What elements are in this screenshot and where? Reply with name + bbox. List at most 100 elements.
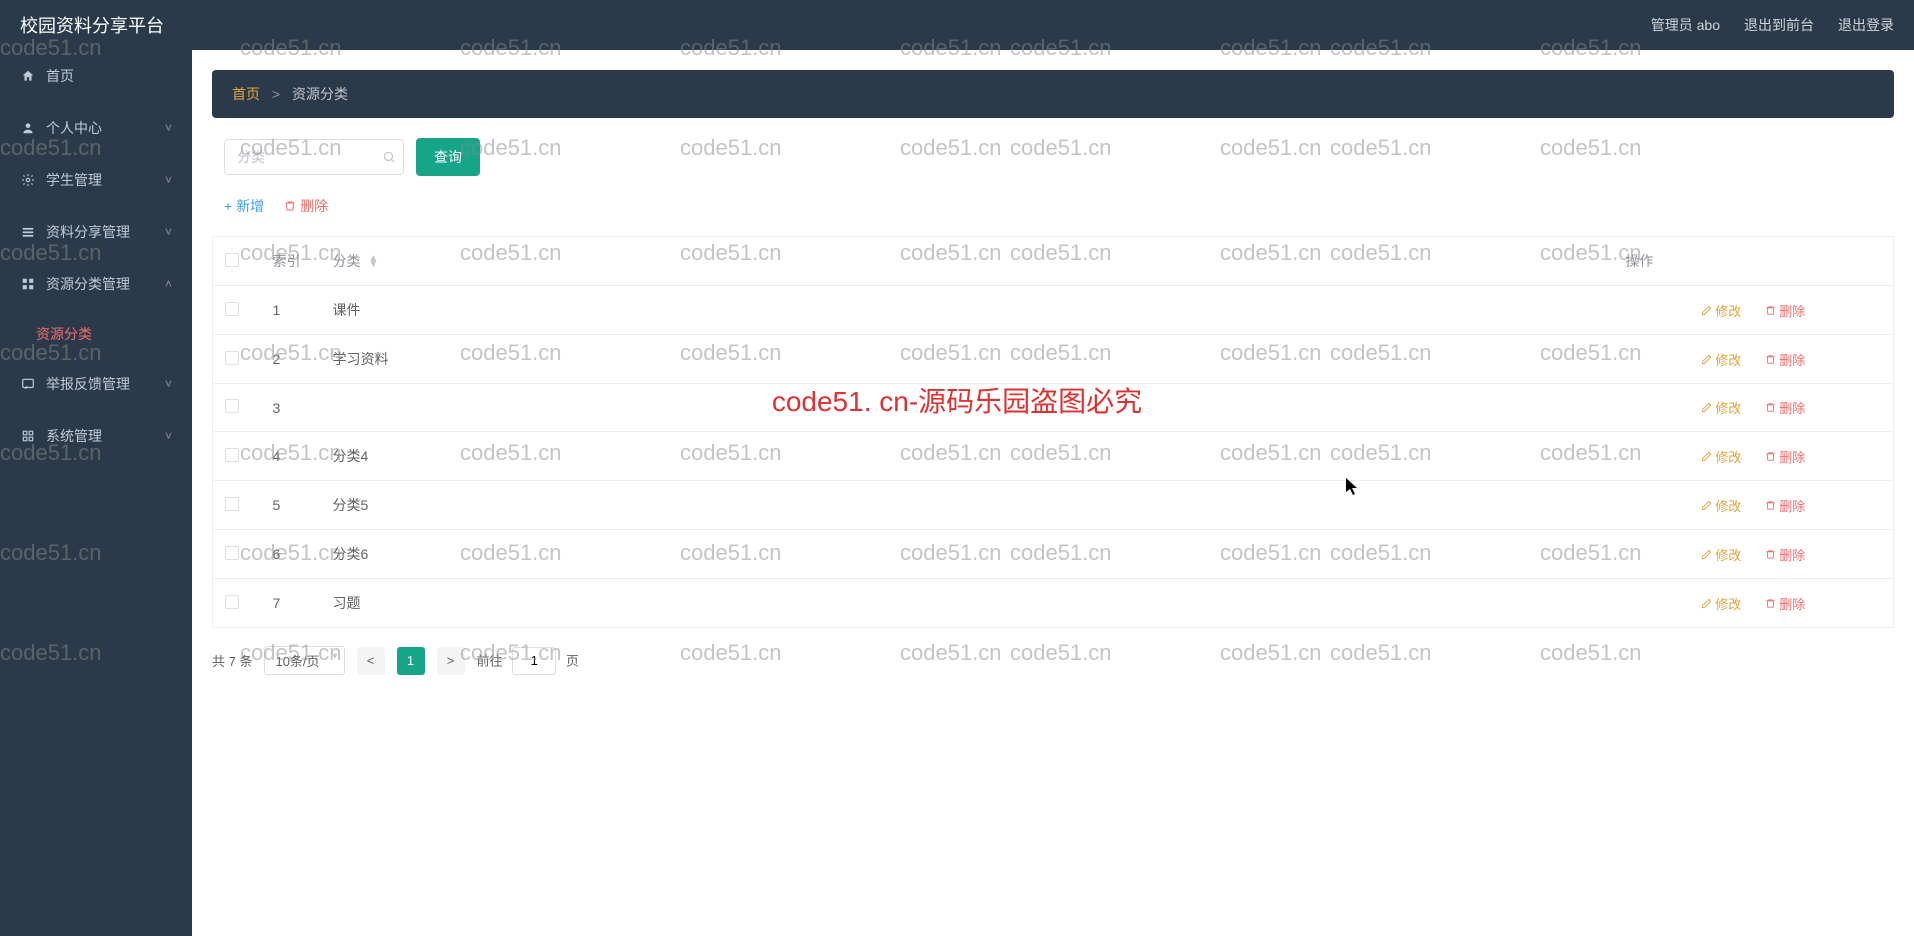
sidebar-subitem-4-0[interactable]: 资源分类 [0, 310, 192, 358]
pagination: 共 7 条 10条/页 < 1 > 前往 页 [212, 646, 1894, 675]
next-page-button[interactable]: > [437, 647, 465, 675]
category-icon [20, 276, 36, 292]
table-header-checkbox [213, 237, 261, 286]
row-category: 分类5 [321, 481, 1614, 530]
sidebar-item-label: 学生管理 [46, 170, 102, 190]
row-checkbox[interactable] [225, 546, 239, 560]
add-button[interactable]: + 新增 [224, 196, 264, 216]
table-row: 5分类5 修改 删除 [213, 481, 1894, 530]
page-jump-input[interactable] [512, 647, 556, 675]
row-checkbox[interactable] [225, 399, 239, 413]
row-index: 5 [261, 481, 321, 530]
row-edit-button[interactable]: 修改 [1701, 545, 1741, 564]
sidebar-item-label: 举报反馈管理 [46, 374, 130, 394]
share-icon [20, 224, 36, 240]
sidebar-item-1[interactable]: 个人中心˅ [0, 102, 192, 154]
row-edit-button[interactable]: 修改 [1701, 301, 1741, 320]
table-row: 1课件 修改 删除 [213, 286, 1894, 335]
page-number-1[interactable]: 1 [397, 647, 425, 675]
row-index: 7 [261, 579, 321, 628]
table-row: 3修改删除 [213, 384, 1894, 432]
breadcrumb: 首页 > 资源分类 [212, 70, 1894, 118]
sidebar-item-label: 个人中心 [46, 118, 102, 138]
page-size-select[interactable]: 10条/页 [264, 646, 344, 675]
chevron-up-icon: ˄ [165, 277, 172, 291]
breadcrumb-separator: > [272, 86, 280, 102]
pagination-total: 共 7 条 [212, 651, 252, 670]
search-button[interactable]: 查询 [416, 138, 480, 176]
row-edit-button[interactable]: 修改 [1701, 496, 1741, 515]
row-index: 2 [261, 335, 321, 384]
row-category: 课件 [321, 286, 1614, 335]
prev-page-button[interactable]: < [357, 647, 385, 675]
row-checkbox[interactable] [225, 302, 239, 316]
content-area: 首页 > 资源分类 查询 + 新增 [192, 50, 1914, 936]
admin-label[interactable]: 管理员 abo [1651, 15, 1720, 35]
system-icon [20, 428, 36, 444]
row-index: 1 [261, 286, 321, 335]
home-icon [20, 68, 36, 84]
sidebar-item-5[interactable]: 举报反馈管理 ˅ [0, 358, 192, 410]
app-title: 校园资料分享平台 [20, 12, 164, 38]
row-delete-button[interactable]: 删除 [1765, 398, 1805, 417]
category-header-label: 分类 [333, 253, 361, 269]
gear-icon [20, 172, 36, 188]
row-category: 分类4 [321, 432, 1614, 481]
row-delete-button[interactable]: 删除 [1765, 350, 1805, 369]
sidebar-item-3[interactable]: 资料分享管理˅ [0, 206, 192, 258]
jump-suffix: 页 [566, 653, 579, 668]
row-delete-button[interactable]: 删除 [1765, 301, 1805, 320]
sidebar: 首页个人中心˅学生管理˅资料分享管理˅资源分类管理˄资源分类举报反馈管理˅系统管… [0, 50, 192, 936]
row-category: 学习资料 [321, 335, 1614, 384]
chevron-down-icon: ˅ [165, 429, 172, 443]
breadcrumb-home[interactable]: 首页 [232, 86, 260, 102]
sidebar-item-2[interactable]: 学生管理 ˅ [0, 154, 192, 206]
sidebar-item-6[interactable]: 系统管理 ˅ [0, 410, 192, 462]
search-input[interactable] [224, 139, 404, 175]
row-delete-button[interactable]: 删除 [1765, 447, 1805, 466]
jump-prefix: 前往 [477, 653, 503, 668]
row-delete-button[interactable]: 删除 [1765, 594, 1805, 613]
row-index: 6 [261, 530, 321, 579]
batch-delete-label: 删除 [300, 196, 328, 216]
table-row: 4分类4 修改 删除 [213, 432, 1894, 481]
chevron-down-icon: ˅ [165, 377, 172, 391]
row-checkbox[interactable] [225, 351, 239, 365]
row-edit-button[interactable]: 修改 [1701, 447, 1741, 466]
row-checkbox[interactable] [225, 497, 239, 511]
breadcrumb-current: 资源分类 [292, 86, 348, 102]
sidebar-item-label: 系统管理 [46, 426, 102, 446]
add-label: 新增 [236, 196, 264, 216]
table-row: 6分类6 修改 删除 [213, 530, 1894, 579]
batch-delete-button[interactable]: 删除 [284, 196, 328, 216]
row-index: 4 [261, 432, 321, 481]
row-edit-button[interactable]: 修改 [1701, 594, 1741, 613]
plus-icon: + [224, 198, 232, 214]
data-table: 索引 分类 ▲▼ 操作 1课件修改删除2学习资料修改删除3修改删除4分类4修改删… [212, 236, 1894, 628]
action-bar: + 新增 删除 [212, 196, 1894, 216]
logout-link[interactable]: 退出登录 [1838, 15, 1894, 35]
table-header-index[interactable]: 索引 [261, 237, 321, 286]
trash-icon [284, 200, 296, 212]
table-header-category[interactable]: 分类 ▲▼ [321, 237, 1614, 286]
sort-icon[interactable]: ▲▼ [368, 256, 378, 268]
row-delete-button[interactable]: 删除 [1765, 545, 1805, 564]
search-icon[interactable] [382, 150, 396, 164]
sidebar-item-0[interactable]: 首页 [0, 50, 192, 102]
chevron-down-icon: ˅ [165, 173, 172, 187]
sidebar-item-label: 资源分类管理 [46, 274, 130, 294]
app-header: 校园资料分享平台 管理员 abo 退出到前台 退出登录 [0, 0, 1914, 50]
row-edit-button[interactable]: 修改 [1701, 350, 1741, 369]
row-edit-button[interactable]: 修改 [1701, 398, 1741, 417]
select-all-checkbox[interactable] [225, 253, 239, 267]
row-delete-button[interactable]: 删除 [1765, 496, 1805, 515]
row-checkbox[interactable] [225, 448, 239, 462]
sidebar-item-4[interactable]: 资源分类管理 ˄ [0, 258, 192, 310]
user-icon [20, 120, 36, 136]
row-checkbox[interactable] [225, 595, 239, 609]
exit-front-link[interactable]: 退出到前台 [1744, 15, 1814, 35]
row-category: 习题 [321, 579, 1614, 628]
table-row: 7习题 修改 删除 [213, 579, 1894, 628]
row-category: 分类6 [321, 530, 1614, 579]
sidebar-item-label: 首页 [46, 66, 74, 86]
